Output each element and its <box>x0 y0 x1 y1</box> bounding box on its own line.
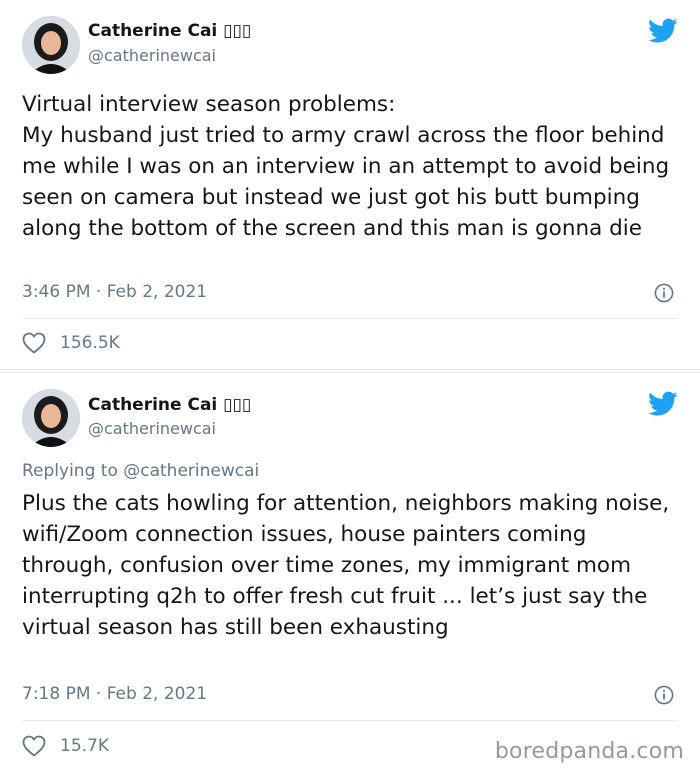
divider <box>22 720 678 721</box>
display-name[interactable]: Catherine Cai ▯▯▯ <box>88 21 251 41</box>
replying-to: Replying to @catherinewcai <box>22 461 259 481</box>
user-handle[interactable]: @catherinewcai <box>88 419 216 438</box>
tweet-card-1: Catherine Cai ▯▯▯ @catherinewcai Virtual… <box>0 0 700 370</box>
watermark: boredpanda.com <box>494 739 684 764</box>
info-icon[interactable] <box>654 685 674 705</box>
replying-mention[interactable]: @catherinewcai <box>123 461 259 481</box>
tweet-timestamp[interactable]: 3:46 PM · Feb 2, 2021 <box>22 282 207 302</box>
heart-icon <box>22 332 46 354</box>
avatar[interactable] <box>22 389 80 447</box>
tweet-card-2: Catherine Cai ▯▯▯ @catherinewcai Replyin… <box>0 372 700 774</box>
twitter-bird-icon <box>648 391 678 416</box>
divider <box>22 318 678 319</box>
info-icon[interactable] <box>654 283 674 303</box>
like-button[interactable]: 15.7K <box>22 735 109 757</box>
like-count: 15.7K <box>60 736 109 756</box>
tweet-text: Plus the cats howling for attention, nei… <box>22 491 670 640</box>
replying-prefix: Replying to <box>22 461 118 481</box>
avatar[interactable] <box>22 16 80 74</box>
display-name[interactable]: Catherine Cai ▯▯▯ <box>88 395 251 415</box>
twitter-bird-icon <box>648 18 678 43</box>
heart-icon <box>22 735 46 757</box>
like-count: 156.5K <box>60 333 120 353</box>
like-button[interactable]: 156.5K <box>22 332 120 354</box>
tweet-text: Virtual interview season problems: My hu… <box>22 92 670 241</box>
tweet-timestamp[interactable]: 7:18 PM · Feb 2, 2021 <box>22 684 207 704</box>
user-handle[interactable]: @catherinewcai <box>88 46 216 65</box>
